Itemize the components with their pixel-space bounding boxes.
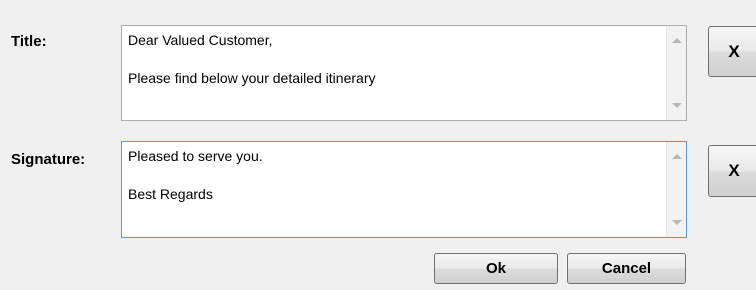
title-label: Title: — [11, 33, 47, 50]
scroll-up-icon[interactable] — [672, 154, 682, 159]
scroll-up-icon[interactable] — [672, 38, 682, 43]
signature-label: Signature: — [11, 151, 86, 168]
title-textbox[interactable]: Dear Valued Customer, Please find below … — [121, 25, 687, 121]
signature-textbox[interactable]: Pleased to serve you. Best Regards — [121, 141, 687, 238]
signature-scrollbar[interactable] — [666, 142, 686, 237]
cancel-button[interactable]: Cancel — [567, 253, 686, 284]
signature-line-1: Pleased to serve you. — [128, 148, 263, 164]
title-scrollbar[interactable] — [666, 26, 686, 120]
scroll-down-icon[interactable] — [672, 220, 682, 225]
scroll-down-icon[interactable] — [672, 103, 682, 108]
title-line-1: Dear Valued Customer, — [128, 32, 273, 48]
signature-text: Pleased to serve you. Best Regards — [128, 148, 656, 233]
title-line-2: Please find below your detailed itinerar… — [128, 70, 376, 86]
clear-signature-button[interactable]: X — [708, 145, 756, 197]
title-text: Dear Valued Customer, Please find below … — [128, 32, 656, 116]
signature-line-2: Best Regards — [128, 186, 213, 202]
clear-title-button[interactable]: X — [708, 26, 756, 77]
ok-button[interactable]: Ok — [434, 253, 558, 284]
